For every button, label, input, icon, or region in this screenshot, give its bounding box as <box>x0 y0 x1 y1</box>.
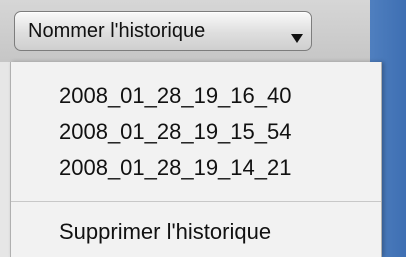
triangle-down-icon <box>291 34 303 43</box>
history-menu-item[interactable]: 2008_01_28_19_14_21 <box>11 150 381 186</box>
history-menu-item[interactable]: 2008_01_28_19_16_40 <box>11 78 381 114</box>
popup-button-label: Nommer l'historique <box>28 20 206 42</box>
history-menu-item[interactable]: 2008_01_28_19_15_54 <box>11 114 381 150</box>
name-history-popup-button[interactable]: Nommer l'historique <box>14 11 312 51</box>
delete-history-menu-item[interactable]: Supprimer l'historique <box>11 214 381 250</box>
history-dropdown-menu: 2008_01_28_19_16_40 2008_01_28_19_15_54 … <box>10 62 382 257</box>
menu-separator <box>11 201 381 202</box>
